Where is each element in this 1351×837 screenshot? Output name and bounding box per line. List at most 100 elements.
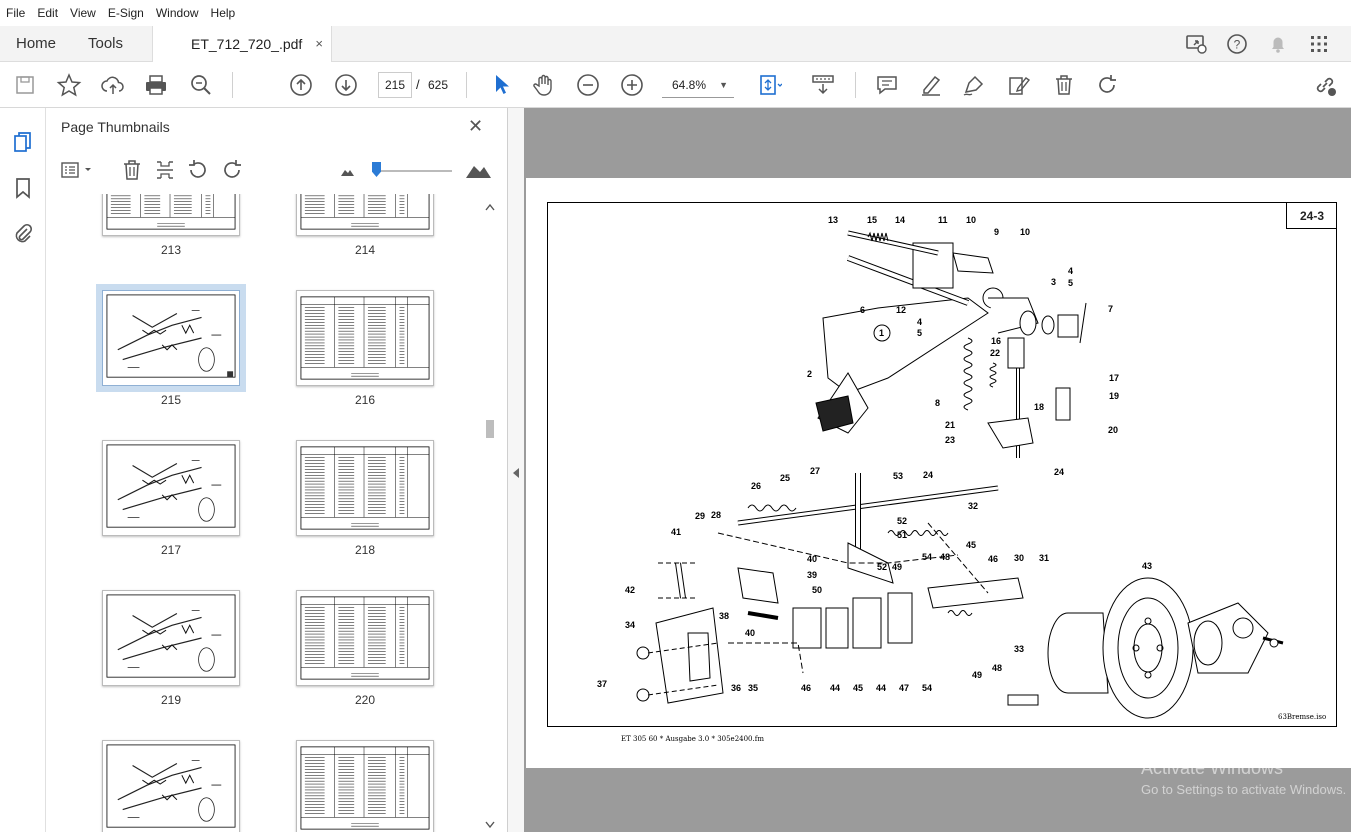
activate-windows-title: Activate Windows: [1141, 758, 1284, 778]
fit-page-icon[interactable]: [756, 72, 783, 98]
page-thumbnail-label: 215: [160, 393, 182, 407]
part-callout: 43: [1142, 561, 1152, 571]
part-callout: 18: [1034, 402, 1044, 412]
toolbar-divider: [232, 72, 233, 98]
menu-esign[interactable]: E-Sign: [108, 6, 144, 20]
thumbnail-scrollbar[interactable]: [482, 194, 498, 832]
fill-sign-icon[interactable]: [1006, 72, 1032, 98]
zoom-out-icon[interactable]: [575, 72, 601, 98]
menu-file[interactable]: File: [6, 6, 25, 20]
page-thumbnail[interactable]: [296, 194, 434, 236]
apps-grid-icon[interactable]: [1307, 32, 1331, 56]
home-tab[interactable]: Home: [16, 26, 56, 62]
large-thumbnail-icon: [464, 158, 492, 182]
print-icon[interactable]: [143, 72, 169, 98]
part-callout: 28: [711, 510, 721, 520]
attachments-paperclip-icon[interactable]: [11, 222, 35, 246]
previous-page-icon[interactable]: [288, 72, 314, 98]
page-thumbnail[interactable]: [96, 284, 246, 392]
page-thumbnail-label: 216: [354, 393, 376, 407]
draw-pen-icon[interactable]: [961, 72, 987, 98]
part-callout: 54: [922, 552, 932, 562]
page-thumbnails-panel: Page Thumbnails ✕ 213 214 215 216 217 218 219 2…: [46, 108, 508, 832]
delete-trash-icon[interactable]: [1051, 72, 1077, 98]
part-callout: 22: [990, 348, 1000, 358]
part-callout: 31: [1039, 553, 1049, 563]
part-callout: 53: [893, 471, 903, 481]
part-callout: 29: [695, 511, 705, 521]
part-callout: 14: [895, 215, 905, 225]
menu-window[interactable]: Window: [156, 6, 199, 20]
part-callout: 7: [1108, 304, 1113, 314]
part-callout: 1: [879, 328, 884, 338]
options-menu-icon[interactable]: [60, 158, 96, 182]
page-thumbnail[interactable]: [102, 740, 240, 832]
page-footer: ET 305 60 * Ausgabe 3.0 * 305e2400.fm: [621, 735, 764, 743]
part-callout: 25: [780, 473, 790, 483]
page-thumbnail[interactable]: [102, 590, 240, 686]
upload-cloud-icon[interactable]: [100, 72, 126, 98]
page-thumbnail[interactable]: [296, 290, 434, 386]
select-cursor-icon[interactable]: [488, 72, 514, 98]
close-tab-icon[interactable]: ×: [315, 26, 323, 62]
menu-edit[interactable]: Edit: [37, 6, 58, 20]
part-callout: 6: [860, 305, 865, 315]
page-thumbnail[interactable]: [296, 590, 434, 686]
save-icon[interactable]: [12, 72, 38, 98]
thumbnail-list[interactable]: 213214215216217218219220221222: [46, 194, 508, 832]
bookmark-star-icon[interactable]: [56, 72, 82, 98]
extract-page-icon[interactable]: [153, 158, 177, 182]
collapse-panel-icon[interactable]: [513, 468, 519, 478]
page-thumbnail[interactable]: [296, 740, 434, 832]
close-panel-icon[interactable]: ✕: [468, 116, 483, 137]
comment-icon[interactable]: [874, 72, 900, 98]
document-tab-label: ET_712_720_.pdf: [191, 36, 303, 52]
part-callout: 46: [801, 683, 811, 693]
document-tab[interactable]: ET_712_720_.pdf ×: [152, 26, 332, 62]
part-callout: 54: [922, 683, 932, 693]
left-rail: [0, 108, 46, 832]
share-link-icon[interactable]: [1312, 72, 1338, 98]
part-callout: 45: [966, 540, 976, 550]
tools-tab[interactable]: Tools: [88, 26, 123, 62]
panel-title: Page Thumbnails: [61, 119, 170, 135]
panel-splitter[interactable]: [508, 108, 524, 832]
next-page-icon[interactable]: [333, 72, 359, 98]
page-thumbnail[interactable]: [296, 440, 434, 536]
thumbnail-size-slider[interactable]: [372, 170, 452, 172]
thumbnail-size-slider-handle[interactable]: [372, 162, 381, 177]
menu-help[interactable]: Help: [211, 6, 236, 20]
part-callout: 45: [853, 683, 863, 693]
menu-view[interactable]: View: [70, 6, 96, 20]
delete-page-icon[interactable]: [120, 158, 144, 182]
rotate-counterclockwise-icon[interactable]: [186, 158, 210, 182]
part-callout: 51: [897, 530, 907, 540]
highlight-pen-icon[interactable]: [918, 72, 944, 98]
notification-bell-icon[interactable]: [1266, 32, 1290, 56]
part-callout: 36: [731, 683, 741, 693]
part-callout: 5: [917, 328, 922, 338]
rotate-clockwise-icon[interactable]: [220, 158, 244, 182]
document-view[interactable]: 24-3 13 15 14 11 10 9 10 4 3 5 7 6 12 4 …: [524, 108, 1351, 832]
page-thumbnail[interactable]: [102, 194, 240, 236]
zoom-search-icon[interactable]: [188, 72, 214, 98]
part-callout: 4: [917, 317, 922, 327]
share-screen-icon[interactable]: [1184, 32, 1208, 56]
part-callout: 20: [1108, 425, 1118, 435]
zoom-in-icon[interactable]: [619, 72, 645, 98]
page-number-input[interactable]: 215: [378, 72, 412, 98]
hand-tool-icon[interactable]: [531, 72, 557, 98]
zoom-level-dropdown[interactable]: 64.8% ▼: [662, 72, 734, 98]
rotate-icon[interactable]: [1094, 72, 1120, 98]
part-callout: 13: [828, 215, 838, 225]
part-callout: 16: [991, 336, 1001, 346]
help-icon[interactable]: ?: [1225, 32, 1249, 56]
exploded-view-drawing: 24-3 13 15 14 11 10 9 10 4 3 5 7 6 12 4 …: [547, 202, 1337, 727]
part-callout: 34: [625, 620, 635, 630]
part-callout: 52: [897, 516, 907, 526]
total-pages: 625: [428, 78, 449, 92]
page-thumbnail[interactable]: [102, 440, 240, 536]
scroll-mode-icon[interactable]: [810, 72, 836, 98]
page-thumbnails-icon[interactable]: [11, 130, 35, 154]
bookmarks-icon[interactable]: [11, 176, 35, 200]
